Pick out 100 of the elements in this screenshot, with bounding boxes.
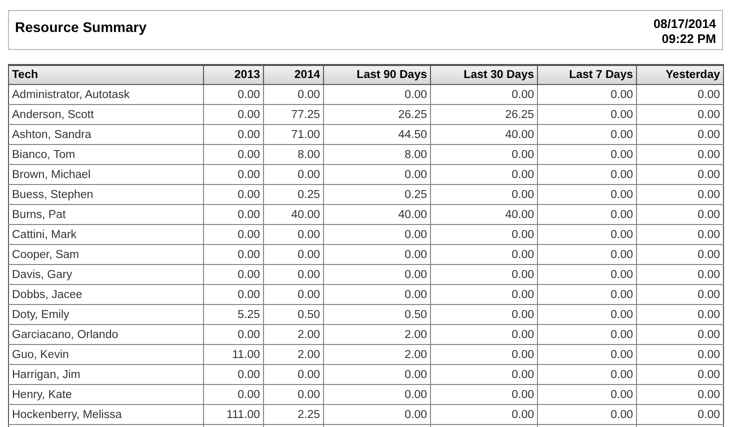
table-cell: 40.00	[430, 204, 538, 224]
table-cell: 0.50	[264, 304, 324, 324]
table-cell: 0.00	[538, 304, 636, 324]
table-cell: Davis, Gary	[8, 264, 204, 284]
table-cell: 0.00	[538, 104, 636, 124]
table-cell: 0.00	[324, 244, 430, 264]
table-cell: 0.00	[324, 164, 430, 184]
table-cell: Ashton, Sandra	[8, 124, 204, 144]
table-cell: 0.00	[324, 264, 430, 284]
table-cell: Henry, Kate	[8, 384, 204, 404]
table-cell: 2.00	[264, 324, 324, 344]
table-cell: 0.00	[636, 284, 724, 304]
table-cell: 0.00	[204, 364, 264, 384]
column-header: 2014	[264, 65, 324, 84]
table-cell: 0.00	[636, 384, 724, 404]
table-cell: Dobbs, Jacee	[8, 284, 204, 304]
table-cell: 0.00	[538, 164, 636, 184]
table-cell: 0.00	[538, 324, 636, 344]
table-cell: 0.00	[538, 344, 636, 364]
table-cell: 0.00	[636, 244, 724, 264]
table-cell: 0.00	[430, 244, 538, 264]
table-cell: 0.50	[324, 304, 430, 324]
table-cell: 11.00	[204, 344, 264, 364]
table-cell: 0.25	[324, 184, 430, 204]
table-cell: 0.00	[636, 184, 724, 204]
table-cell: 0.00	[204, 124, 264, 144]
table-cell: 0.00	[204, 324, 264, 344]
table-cell: 0.00	[204, 224, 264, 244]
table-cell: 0.00	[204, 204, 264, 224]
table-cell: Brown, Michael	[8, 164, 204, 184]
table-cell: 0.00	[538, 384, 636, 404]
table-cell: 0.00	[430, 384, 538, 404]
table-cell: 0.00	[636, 344, 724, 364]
table-cell: 0.00	[430, 224, 538, 244]
table-cell: 0.00	[324, 404, 430, 424]
table-cell: 44.50	[324, 124, 430, 144]
table-cell: 0.00	[264, 384, 324, 404]
table-cell: 0.00	[430, 344, 538, 364]
table-cell: 0.00	[636, 204, 724, 224]
table-cell: 0.00	[636, 404, 724, 424]
table-cell: Cattini, Mark	[8, 224, 204, 244]
table-cell: 0.00	[430, 324, 538, 344]
table-cell: 0.00	[264, 224, 324, 244]
table-cell: 26.25	[430, 104, 538, 124]
column-header: Tech	[8, 65, 204, 84]
table-cell: 0.00	[538, 204, 636, 224]
table-cell: 0.00	[636, 104, 724, 124]
table-cell: Doty, Emily	[8, 304, 204, 324]
table-cell: 0.00	[636, 324, 724, 344]
table-cell: 0.00	[324, 384, 430, 404]
table-cell: 0.00	[538, 84, 636, 104]
table-cell: 0.00	[324, 284, 430, 304]
table-cell: 0.00	[264, 364, 324, 384]
table-cell: Administrator, Autotask	[8, 84, 204, 104]
table-cell: 0.00	[636, 124, 724, 144]
table-cell: Hockenberry, Melissa	[8, 404, 204, 424]
table-cell: 0.00	[430, 404, 538, 424]
table-cell: 8.00	[324, 144, 430, 164]
table-cell: 0.00	[204, 284, 264, 304]
table-cell: Harrigan, Jim	[8, 364, 204, 384]
table-cell: 0.00	[538, 224, 636, 244]
column-header: Last 30 Days	[430, 65, 538, 84]
table-cell: 0.00	[204, 144, 264, 164]
table-cell: 2.00	[264, 344, 324, 364]
table-cell: 2.00	[324, 324, 430, 344]
report-title: Resource Summary	[15, 19, 147, 37]
table-cell: 0.00	[538, 244, 636, 264]
table-cell: 40.00	[430, 124, 538, 144]
table-cell: 0.00	[264, 264, 324, 284]
table-cell: Bianco, Tom	[8, 144, 204, 164]
table-cell: 0.00	[204, 84, 264, 104]
table-cell: 0.00	[204, 184, 264, 204]
table-cell: 0.00	[204, 104, 264, 124]
table-cell: 0.00	[538, 144, 636, 164]
table-cell: Buess, Stephen	[8, 184, 204, 204]
table-cell: 8.00	[264, 144, 324, 164]
table-cell: 0.00	[430, 264, 538, 284]
table-cell: 0.00	[324, 224, 430, 244]
table-cell: 0.00	[204, 264, 264, 284]
table-cell: 0.00	[264, 164, 324, 184]
table-cell: 0.00	[538, 364, 636, 384]
table-cell: 71.00	[264, 124, 324, 144]
table-cell: 0.00	[204, 244, 264, 264]
table-cell: 5.25	[204, 304, 264, 324]
table-cell: 0.00	[636, 304, 724, 324]
table-cell: 0.00	[636, 264, 724, 284]
table-cell: 0.00	[324, 364, 430, 384]
table-cell: 0.00	[538, 264, 636, 284]
table-cell: 26.25	[324, 104, 430, 124]
table-cell: 0.00	[264, 84, 324, 104]
table-cell: 0.00	[264, 284, 324, 304]
table-cell: 111.00	[204, 404, 264, 424]
table-cell: 0.00	[204, 164, 264, 184]
table-cell: 0.00	[324, 84, 430, 104]
table-cell: 0.00	[636, 224, 724, 244]
table-cell: 0.00	[430, 364, 538, 384]
column-header: 2013	[204, 65, 264, 84]
table-cell: 0.00	[538, 284, 636, 304]
table-cell: Burns, Pat	[8, 204, 204, 224]
column-header: Yesterday	[636, 65, 724, 84]
